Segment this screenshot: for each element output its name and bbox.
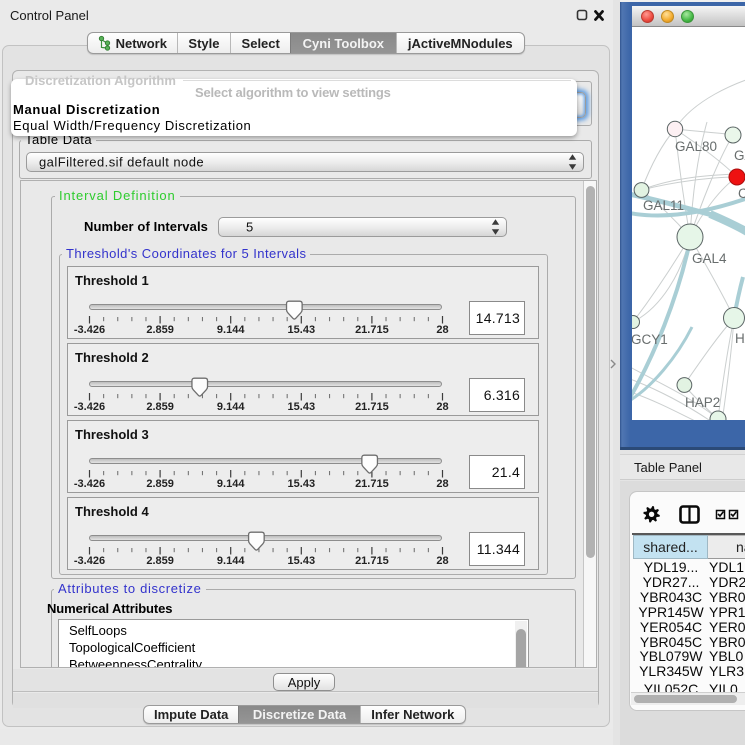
svg-text:GAL4: GAL4	[692, 251, 727, 266]
svg-text:GAL80: GAL80	[675, 139, 717, 154]
svg-text:HA: HA	[735, 331, 745, 346]
svg-text:GA: GA	[734, 148, 745, 163]
svg-text:HAP2: HAP2	[685, 395, 720, 410]
svg-text:GCY1: GCY1	[632, 332, 668, 347]
svg-text:GAL11: GAL11	[643, 198, 684, 213]
svg-text:C: C	[738, 186, 745, 201]
